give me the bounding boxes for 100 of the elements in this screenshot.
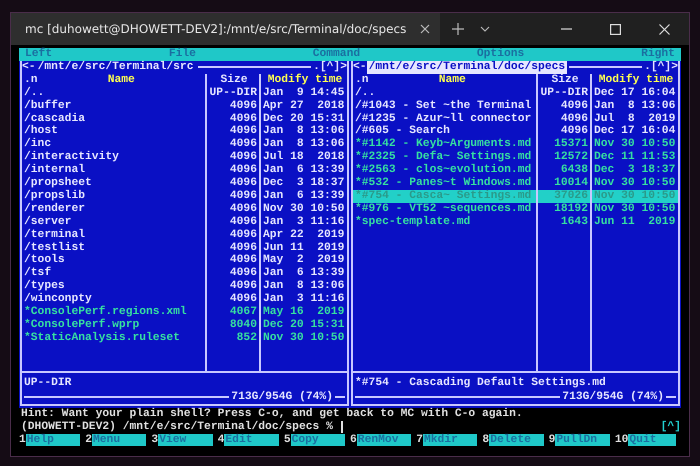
file-size: 4096 [228, 293, 258, 306]
modify-time: May 2 2019 [262, 254, 346, 268]
file-name[interactable]: /#1235 - Azur~ll connector [353, 112, 536, 126]
file-name[interactable]: *#2563 - clos~evolution.md [353, 164, 536, 178]
column-header[interactable]: Size [220, 74, 248, 87]
file-name[interactable]: *StaticAnalysis.ruleset [22, 332, 205, 345]
key-number: 2 [85, 434, 92, 446]
key-number: 6 [350, 434, 357, 446]
file-size: 4096 [228, 280, 258, 294]
file-size: UP--DIR [540, 86, 589, 100]
modify-time: Jul 18 2018 [262, 151, 346, 164]
file-size: 4096 [228, 164, 258, 178]
terminal-tab[interactable]: mc [duhowett@DHOWETT-DEV2]:/mnt/e/src/Terminal/doc/specs [11, 13, 440, 45]
modify-time: Nov 30 10:50 [593, 177, 676, 190]
file-name[interactable]: /server [22, 216, 205, 229]
modify-time: Apr 22 2019 [262, 228, 346, 242]
file-name[interactable]: /types [22, 280, 205, 294]
file-size: 4067 [228, 306, 258, 320]
column-header[interactable]: .n [24, 74, 38, 87]
file-name[interactable]: /renderer [22, 202, 205, 216]
modify-time: Jan 3 11:16 [262, 293, 346, 306]
key-number: 10 [614, 434, 628, 446]
prompt-corner[interactable]: [^] [660, 420, 681, 434]
file-name[interactable]: *spec-template.md [353, 216, 536, 229]
back-arrow[interactable]: <- [353, 60, 367, 74]
hint-text: Hint: Want your plain shell? Press C-o, and get back to MC with C-o again. [20, 408, 524, 420]
modify-time: Dec 3 18:37 [593, 164, 676, 178]
column-header[interactable]: Name [108, 74, 135, 87]
file-size: 4096 [228, 138, 258, 152]
modify-time: Dec 20 15:31 [262, 319, 346, 332]
modify-time: Jan 9 14:45 [262, 86, 346, 100]
file-size: 852 [236, 332, 258, 345]
file-size: 8040 [228, 319, 258, 332]
file-size: 4096 [228, 151, 258, 164]
file-size: 37026 [538, 190, 590, 203]
file-name[interactable]: *ConsolePerf.regions.xml [22, 306, 205, 320]
mini-status: *#754 - Cascading Default Settings.md [355, 376, 606, 389]
file-size: 4096 [228, 177, 258, 190]
chevron-down-icon[interactable] [480, 26, 490, 32]
mini-status: UP--DIR [24, 376, 72, 389]
file-name[interactable]: *#2325 - Defa~ Settings.md [353, 151, 536, 164]
disk-usage: 713G/954G (74%) [562, 390, 664, 404]
modify-time: Nov 30 10:50 [262, 202, 346, 216]
modify-time: Jan 8 13:06 [262, 125, 346, 138]
modify-time: Jan 8 13:06 [262, 280, 346, 294]
file-name[interactable]: *#976 - VT52 ~sequences.md [353, 202, 536, 216]
column-header[interactable]: Size [551, 74, 579, 87]
file-size: 12572 [553, 151, 589, 164]
column-header[interactable]: Name [438, 74, 466, 87]
panel-controls[interactable]: .[^]> [644, 60, 678, 74]
file-name[interactable]: *#1142 - Keyb~Arguments.md [353, 138, 536, 152]
plus-icon[interactable] [452, 23, 464, 35]
panel-controls[interactable]: .[^]> [313, 60, 347, 74]
minimize-icon[interactable] [561, 28, 572, 30]
key-number: 8 [482, 434, 490, 446]
file-name[interactable]: *#532 - Panes~t Windows.md [353, 177, 536, 190]
file-name[interactable]: /tsf [22, 267, 205, 280]
file-name[interactable]: /inc [22, 138, 205, 152]
file-name[interactable]: /.. [22, 86, 205, 100]
modify-time: Jan 6 13:39 [262, 190, 346, 203]
column-header[interactable]: Modify time [598, 74, 674, 87]
file-size: UP--DIR [208, 86, 258, 100]
key-number: 9 [548, 434, 556, 446]
file-name[interactable]: /tools [22, 254, 205, 268]
modify-time: Jan 8 13:06 [262, 138, 346, 150]
modify-time: Dec 17 16:04 [593, 86, 676, 100]
file-name[interactable]: /winconpty [22, 293, 205, 306]
file-name[interactable]: /.. [353, 86, 536, 100]
file-size: 4096 [560, 125, 589, 138]
file-size: 4096 [228, 242, 258, 254]
modify-time: Nov 30 10:50 [262, 332, 346, 345]
back-arrow[interactable]: <- [22, 60, 36, 74]
key-number: 7 [416, 434, 423, 446]
key-number: 1 [19, 434, 26, 446]
file-name[interactable]: *ConsolePerf.wprp [22, 319, 205, 332]
file-name[interactable]: /buffer [22, 100, 205, 113]
file-name[interactable]: /interactivity [22, 151, 205, 164]
column-header[interactable]: Modify time [268, 74, 342, 87]
file-name[interactable]: /#605 - Search [353, 125, 536, 138]
file-name[interactable]: /internal [22, 164, 205, 178]
column-header[interactable]: .n [355, 74, 369, 87]
file-name[interactable]: /testlist [22, 242, 205, 254]
modify-time: Nov 30 10:50 [592, 190, 678, 203]
modify-time: Dec 20 15:31 [262, 112, 346, 126]
close-icon[interactable] [420, 24, 430, 34]
file-size: 4096 [228, 202, 258, 216]
file-name[interactable]: /terminal [22, 228, 205, 242]
file-name[interactable]: /propslib [22, 190, 205, 203]
file-name[interactable]: /propsheet [22, 177, 205, 190]
file-name[interactable]: /#1043 - Set ~the Terminal [353, 100, 536, 113]
modify-time: Nov 30 10:50 [593, 138, 676, 152]
panel-path: /mnt/e/src/Terminal/src [36, 60, 194, 74]
maximize-icon[interactable] [610, 24, 621, 34]
file-name[interactable]: /cascadia [22, 112, 205, 126]
modify-time: Dec 3 18:37 [262, 177, 346, 190]
close-icon[interactable] [659, 24, 670, 34]
modify-time: Jan 6 13:39 [262, 267, 346, 280]
file-size: 6438 [560, 164, 589, 178]
key-number: 5 [284, 434, 291, 446]
file-name[interactable]: /host [22, 125, 205, 138]
